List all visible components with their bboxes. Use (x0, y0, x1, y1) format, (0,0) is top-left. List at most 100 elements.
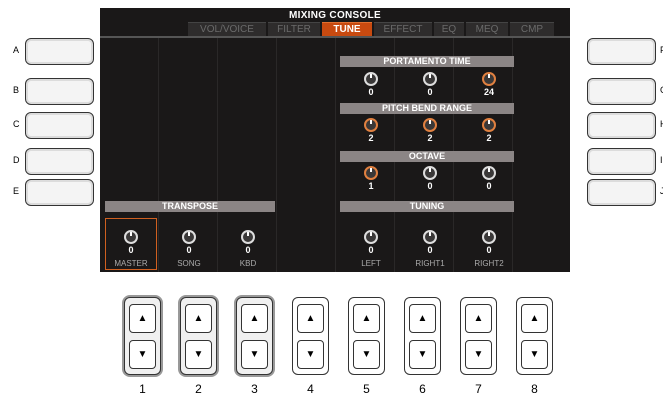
triangle-up-icon: ▲ (249, 313, 260, 324)
knob-transpose-kbd[interactable] (241, 230, 255, 244)
side-letter-c: C (13, 119, 20, 129)
value-portamento-left: 0 (368, 87, 374, 97)
section-header-tuning: TUNING (340, 201, 514, 212)
tab-filter[interactable]: FILTER (268, 22, 320, 36)
down-button-7[interactable]: ▼ (465, 340, 492, 369)
value-portamento-right2: 24 (483, 87, 494, 97)
updown-pair-8: ▲ ▼ (516, 297, 553, 375)
section-header-portamento: PORTAMENTO TIME (340, 56, 514, 67)
knob-pitch-bend-left[interactable] (364, 118, 378, 132)
down-button-3[interactable]: ▼ (241, 340, 268, 369)
side-button-i[interactable] (587, 148, 656, 175)
up-button-8[interactable]: ▲ (521, 304, 548, 333)
button-number-5: 5 (363, 382, 370, 396)
value-tuning-left: 0 (368, 245, 374, 255)
button-number-7: 7 (475, 382, 482, 396)
side-button-j[interactable] (587, 179, 656, 206)
knob-tuning-right1[interactable] (423, 230, 437, 244)
updown-pair-2: ▲ ▼ (180, 297, 217, 375)
screen-title: MIXING CONSOLE (289, 10, 381, 21)
triangle-down-icon: ▼ (529, 349, 540, 360)
side-button-a[interactable] (25, 38, 94, 65)
updown-pair-6: ▲ ▼ (404, 297, 441, 375)
tab-eq[interactable]: EQ (434, 22, 464, 36)
up-button-4[interactable]: ▲ (297, 304, 324, 333)
column-label-master: MASTER (114, 259, 148, 268)
side-button-g[interactable] (587, 78, 656, 105)
updown-pair-7: ▲ ▼ (460, 297, 497, 375)
triangle-up-icon: ▲ (361, 313, 372, 324)
tab-meq[interactable]: MEQ (466, 22, 508, 36)
side-button-b[interactable] (25, 78, 94, 105)
column-divider (335, 38, 336, 272)
updown-pair-4: ▲ ▼ (292, 297, 329, 375)
triangle-down-icon: ▼ (193, 349, 204, 360)
side-button-c[interactable] (25, 112, 94, 139)
triangle-up-icon: ▲ (305, 313, 316, 324)
up-button-3[interactable]: ▲ (241, 304, 268, 333)
triangle-down-icon: ▼ (137, 349, 148, 360)
knob-octave-right2[interactable] (482, 166, 496, 180)
up-button-2[interactable]: ▲ (185, 304, 212, 333)
knob-pitch-bend-right1[interactable] (423, 118, 437, 132)
updown-pair-5: ▲ ▼ (348, 297, 385, 375)
section-header-transpose: TRANSPOSE (105, 201, 275, 212)
column-label-kbd: KBD (239, 259, 257, 268)
down-button-8[interactable]: ▼ (521, 340, 548, 369)
knob-octave-left[interactable] (364, 166, 378, 180)
triangle-up-icon: ▲ (473, 313, 484, 324)
side-letter-e: E (13, 186, 20, 196)
button-number-2: 2 (195, 382, 202, 396)
side-letter-a: A (13, 45, 20, 55)
triangle-down-icon: ▼ (417, 349, 428, 360)
tab-cmp[interactable]: CMP (510, 22, 554, 36)
up-button-7[interactable]: ▲ (465, 304, 492, 333)
knob-transpose-song[interactable] (182, 230, 196, 244)
up-button-5[interactable]: ▲ (353, 304, 380, 333)
knob-octave-right1[interactable] (423, 166, 437, 180)
tab-effect[interactable]: EFFECT (374, 22, 432, 36)
tab-vol-voice[interactable]: VOL/VOICE (188, 22, 266, 36)
down-button-2[interactable]: ▼ (185, 340, 212, 369)
column-divider (158, 38, 159, 272)
value-portamento-right1: 0 (427, 87, 433, 97)
column-divider (276, 38, 277, 272)
triangle-down-icon: ▼ (361, 349, 372, 360)
knob-tuning-left[interactable] (364, 230, 378, 244)
side-button-h[interactable] (587, 112, 656, 139)
column-divider (217, 38, 218, 272)
side-letter-d: D (13, 155, 20, 165)
knob-portamento-right1[interactable] (423, 72, 437, 86)
triangle-up-icon: ▲ (193, 313, 204, 324)
triangle-up-icon: ▲ (137, 313, 148, 324)
down-button-1[interactable]: ▼ (129, 340, 156, 369)
knob-portamento-left[interactable] (364, 72, 378, 86)
column-label-left: LEFT (361, 259, 381, 268)
triangle-up-icon: ▲ (417, 313, 428, 324)
side-button-f[interactable] (587, 38, 656, 65)
tab-tune[interactable]: TUNE (322, 22, 372, 36)
side-letter-i: I (660, 155, 663, 165)
down-button-5[interactable]: ▼ (353, 340, 380, 369)
button-number-3: 3 (251, 382, 258, 396)
triangle-down-icon: ▼ (249, 349, 260, 360)
knob-pitch-bend-right2[interactable] (482, 118, 496, 132)
updown-pair-3: ▲ ▼ (236, 297, 273, 375)
knob-tuning-right2[interactable] (482, 230, 496, 244)
value-transpose-song: 0 (186, 245, 192, 255)
knob-portamento-right2[interactable] (482, 72, 496, 86)
up-button-6[interactable]: ▲ (409, 304, 436, 333)
side-button-d[interactable] (25, 148, 94, 175)
down-button-4[interactable]: ▼ (297, 340, 324, 369)
updown-pair-1: ▲ ▼ (124, 297, 161, 375)
up-button-1[interactable]: ▲ (129, 304, 156, 333)
triangle-down-icon: ▼ (473, 349, 484, 360)
down-button-6[interactable]: ▼ (409, 340, 436, 369)
value-transpose-kbd: 0 (245, 245, 251, 255)
button-number-8: 8 (531, 382, 538, 396)
value-pitch-bend-left: 2 (368, 133, 374, 143)
knob-transpose-master[interactable] (124, 230, 138, 244)
button-number-4: 4 (307, 382, 314, 396)
value-pitch-bend-right1: 2 (427, 133, 433, 143)
side-button-e[interactable] (25, 179, 94, 206)
